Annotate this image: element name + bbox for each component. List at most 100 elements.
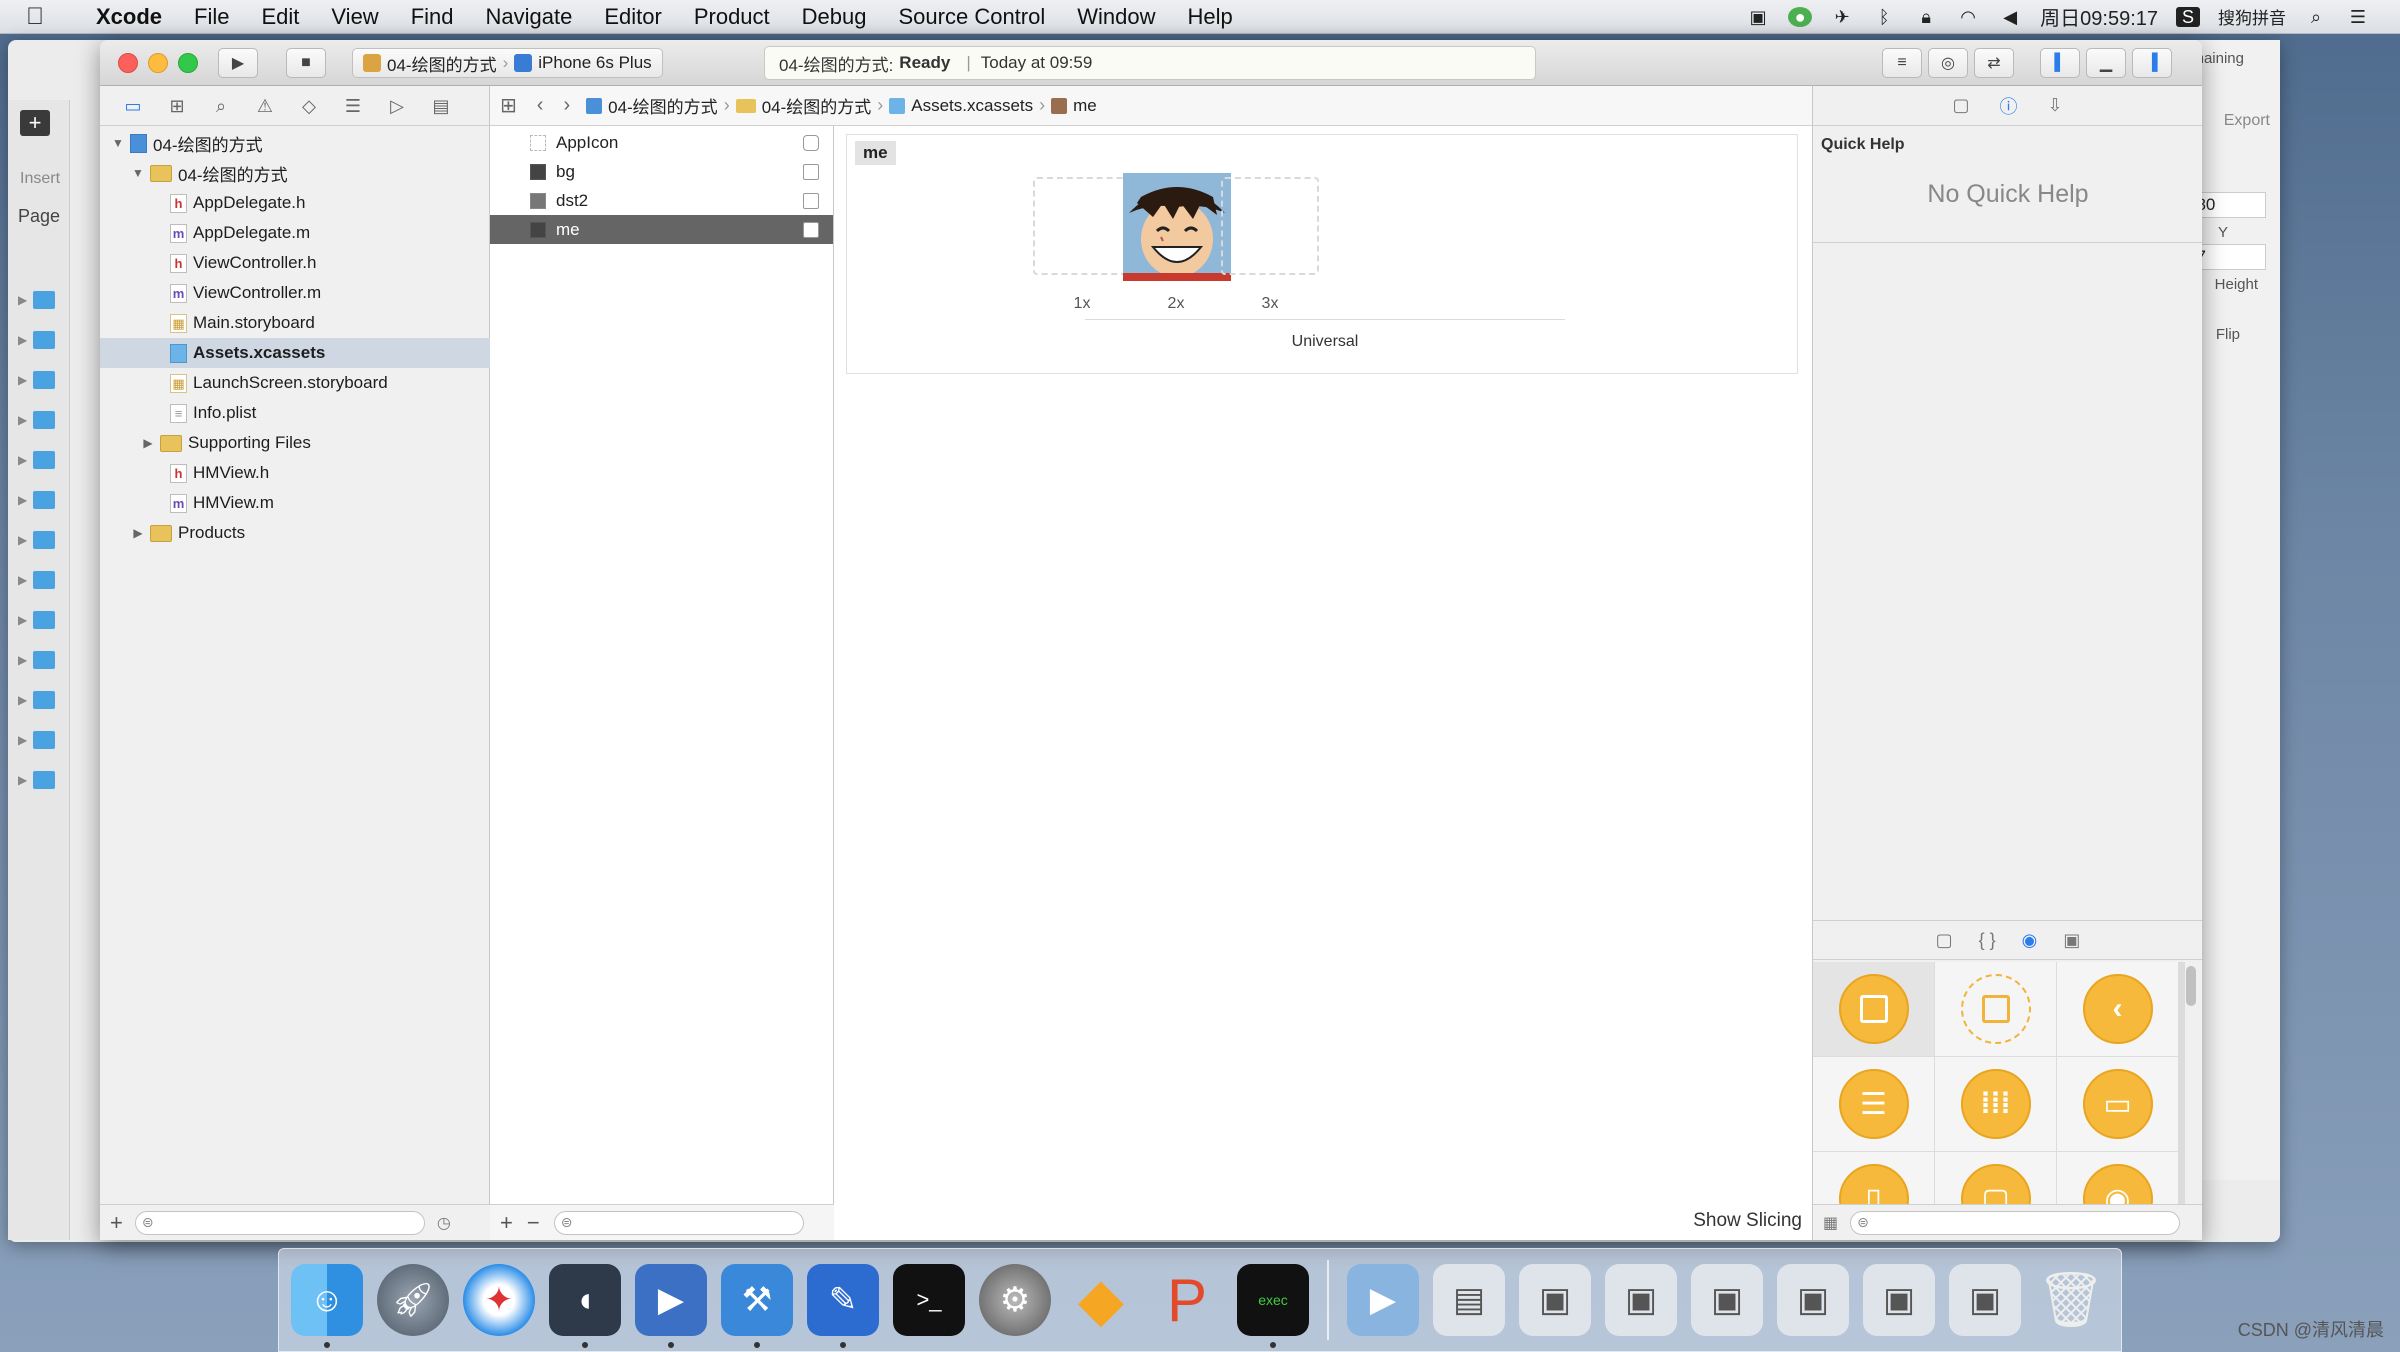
trash-icon[interactable]: 🗑︎	[2035, 1264, 2107, 1336]
library-item[interactable]: ‹	[2057, 962, 2178, 1056]
forward-icon[interactable]: ›	[553, 94, 580, 117]
bg-layer[interactable]: ▶	[18, 560, 68, 600]
asset-row[interactable]: dst2	[490, 186, 833, 215]
minimized-window-icon[interactable]: ▣	[1691, 1264, 1763, 1336]
volume-icon[interactable]: ◀	[1998, 7, 2022, 27]
library-item[interactable]: ▭	[2057, 1057, 2178, 1151]
scheme-device[interactable]: iPhone 6s Plus	[538, 53, 651, 73]
exec-terminal-icon[interactable]: exec	[1237, 1264, 1309, 1348]
version-editor-button[interactable]: ⇄	[1974, 48, 2014, 78]
system-preferences-icon[interactable]: ⚙	[979, 1264, 1051, 1336]
stop-button[interactable]: ■	[286, 48, 326, 78]
file-inspector-icon[interactable]: ▢	[1952, 95, 1969, 116]
close-button[interactable]	[118, 53, 138, 73]
folder-icon[interactable]: ▭	[122, 96, 144, 116]
menu-source-control[interactable]: Source Control	[883, 4, 1062, 30]
disclosure-open-icon[interactable]: ▼	[130, 166, 146, 180]
tree-row[interactable]: ▼ 04-绘图的方式	[100, 128, 490, 158]
library-item[interactable]	[1935, 962, 2056, 1056]
bg-layer[interactable]: ▶	[18, 720, 68, 760]
clock[interactable]: 周日09:59:17	[2040, 2, 2158, 31]
breadcrumb-group[interactable]: 04-绘图的方式	[730, 93, 878, 118]
tree-row[interactable]: m HMView.m	[100, 488, 490, 518]
bg-layer[interactable]: ▶	[18, 680, 68, 720]
breadcrumb-assets[interactable]: Assets.xcassets	[883, 96, 1039, 116]
add-icon[interactable]: +	[110, 1210, 123, 1236]
library-item[interactable]: ☰	[1813, 1057, 1934, 1151]
launchpad-icon[interactable]: 🚀︎	[377, 1264, 449, 1336]
bg-layer[interactable]: ▶	[18, 760, 68, 800]
add-icon[interactable]: +	[500, 1210, 513, 1236]
assistant-editor-button[interactable]: ◎	[1928, 48, 1968, 78]
terminal-icon[interactable]: >_	[893, 1264, 965, 1336]
navigator-filter[interactable]: ⊜	[134, 1210, 425, 1235]
minimized-window-icon[interactable]: ▣	[1519, 1264, 1591, 1336]
tree-row[interactable]: m ViewController.m	[100, 278, 490, 308]
input-method-label[interactable]: 搜狗拼音	[2218, 4, 2286, 29]
sogou-icon[interactable]: S	[2176, 6, 2200, 27]
sketch-icon[interactable]: ◆	[1065, 1264, 1137, 1336]
zoom-button[interactable]	[178, 53, 198, 73]
tree-row[interactable]: ▦ Main.storyboard	[100, 308, 490, 338]
library-item[interactable]	[1813, 962, 1934, 1056]
tree-row[interactable]: h ViewController.h	[100, 248, 490, 278]
attributes-icon[interactable]: ⇩	[2047, 95, 2062, 116]
report-icon[interactable]: ▤	[430, 96, 452, 116]
breadcrumb-image[interactable]: me	[1045, 96, 1103, 116]
standard-editor-button[interactable]: ≡	[1882, 48, 1922, 78]
test-icon[interactable]: ◇	[298, 96, 320, 116]
bg-layer[interactable]: ▶	[18, 400, 68, 440]
quick-help-icon[interactable]: ⓘ	[1999, 93, 2017, 119]
bg-layer[interactable]: ▶	[18, 280, 68, 320]
search-icon[interactable]: ⌕	[210, 96, 232, 116]
menu-product[interactable]: Product	[678, 4, 786, 30]
apple-icon[interactable]: 	[26, 3, 62, 31]
asset-row[interactable]: bg	[490, 157, 833, 186]
lock-icon[interactable]: 🔒︎	[1914, 7, 1938, 27]
bg-layer[interactable]: ▶	[18, 440, 68, 480]
show-slicing-button[interactable]: Show Slicing	[1693, 1210, 1802, 1232]
network-monitor-icon[interactable]: ●	[1788, 6, 1813, 27]
insert-plus-icon[interactable]: +	[20, 110, 50, 136]
scheme-selector[interactable]: 04-绘图的方式 › iPhone 6s Plus	[352, 48, 663, 78]
notification-center-icon[interactable]: ☰	[2346, 7, 2370, 27]
tree-row[interactable]: ▼ 04-绘图的方式	[100, 158, 490, 188]
toggle-utilities-button[interactable]: ▐	[2132, 48, 2172, 78]
back-icon[interactable]: ‹	[527, 94, 554, 117]
recent-files-icon[interactable]: ◷	[437, 1213, 451, 1233]
quicktime-icon[interactable]: ▶	[1347, 1264, 1419, 1336]
menu-app[interactable]: Xcode	[80, 4, 178, 30]
bg-layer[interactable]: ▶	[18, 360, 68, 400]
wifi-icon[interactable]: ◠	[1956, 7, 1980, 27]
image-set-name[interactable]: me	[855, 141, 896, 165]
minimized-window-icon[interactable]: ▣	[1605, 1264, 1677, 1336]
minimized-window-icon[interactable]: ▣	[1863, 1264, 1935, 1336]
menu-find[interactable]: Find	[395, 4, 470, 30]
asset-row[interactable]: AppIcon	[490, 128, 833, 157]
spotlight-icon[interactable]: ⌕	[2304, 7, 2328, 27]
toggle-navigator-button[interactable]: ▌	[2040, 48, 2080, 78]
remove-icon[interactable]: −	[527, 1210, 540, 1236]
media-library-icon[interactable]: ▣	[2063, 930, 2080, 951]
slot-2x[interactable]	[1123, 173, 1231, 281]
menu-edit[interactable]: Edit	[245, 4, 315, 30]
paw-app-icon[interactable]: P	[1151, 1264, 1223, 1336]
symbol-navigator-icon[interactable]: ⊞	[166, 96, 188, 116]
file-template-icon[interactable]: ▢	[1936, 930, 1953, 951]
code-snippet-icon[interactable]: { }	[1979, 930, 1996, 951]
toggle-debug-area-button[interactable]: ▁	[2086, 48, 2126, 78]
minimize-button[interactable]	[148, 53, 168, 73]
disclosure-closed-icon[interactable]: ▶	[140, 436, 156, 450]
menu-view[interactable]: View	[315, 4, 394, 30]
bg-layer[interactable]: ▶	[18, 640, 68, 680]
menu-help[interactable]: Help	[1172, 4, 1249, 30]
breadcrumb-project[interactable]: 04-绘图的方式	[580, 93, 724, 118]
debug-icon[interactable]: ☰	[342, 96, 364, 116]
bg-layer[interactable]: ▶	[18, 520, 68, 560]
menu-debug[interactable]: Debug	[786, 4, 883, 30]
scheme-target[interactable]: 04-绘图的方式	[387, 51, 497, 76]
disclosure-closed-icon[interactable]: ▶	[130, 526, 146, 540]
xcode-icon[interactable]: ⚒	[721, 1264, 793, 1348]
screen-record-icon[interactable]: ▣	[1746, 7, 1770, 27]
tree-row[interactable]: Assets.xcassets	[100, 338, 490, 368]
